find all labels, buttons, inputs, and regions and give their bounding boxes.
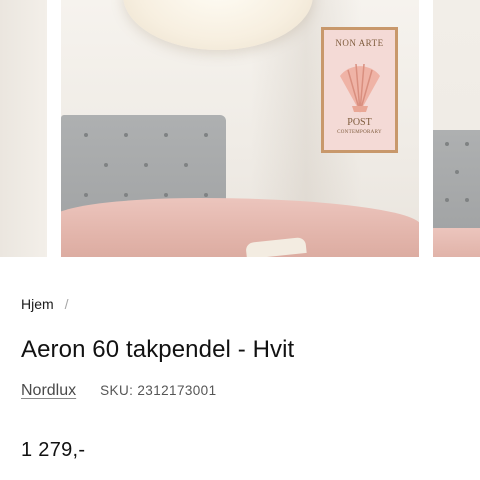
product-meta: Nordlux SKU: 2312173001 [21,382,216,400]
breadcrumb-home-link[interactable]: Hjem [21,296,54,312]
headboard [433,130,480,230]
shell-illustration [340,63,380,113]
product-image-gallery[interactable]: NON ARTE POST CONTEMPORARY [0,0,480,257]
gallery-slide-main[interactable]: NON ARTE POST CONTEMPORARY [61,0,419,257]
brand-link[interactable]: Nordlux [21,382,76,400]
gallery-slide-previous[interactable] [0,0,47,257]
poster-subtitle: POST [347,117,372,128]
bedspread [61,198,419,257]
breadcrumb: Hjem / [21,296,69,312]
product-title: Aeron 60 takpendel - Hvit [21,336,295,363]
poster-title: NON ARTE [335,38,384,48]
poster-caption: CONTEMPORARY [337,130,382,135]
bedspread [433,228,480,257]
gallery-slide-next[interactable] [433,0,480,257]
sku-text: SKU: 2312173001 [100,383,217,398]
product-price: 1 279,- [21,439,86,461]
breadcrumb-separator: / [64,296,69,312]
wall-poster: NON ARTE POST CONTEMPORARY [321,27,398,153]
